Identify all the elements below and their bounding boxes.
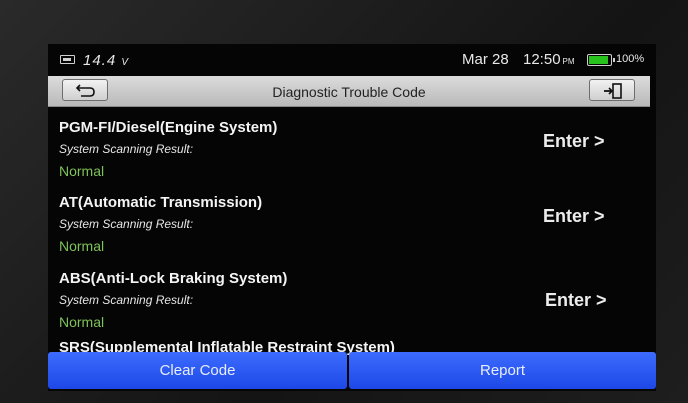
list-item-abs[interactable]: ABS(Anti-Lock Braking System) System Sca… (48, 259, 656, 335)
scan-result-label: System Scanning Result: (59, 293, 194, 307)
scan-result-value: Normal (59, 238, 105, 254)
scan-result-label: System Scanning Result: (59, 217, 194, 231)
battery-fill (589, 56, 608, 64)
bottom-action-bar: Clear Code Report (48, 352, 656, 391)
title-bar: Diagnostic Trouble Code (48, 76, 650, 107)
enter-button[interactable]: Enter > (543, 206, 605, 227)
page-title: Diagnostic Trouble Code (272, 84, 426, 100)
status-bar: 14.4 V Mar 28 12:50 PM 100% (48, 44, 656, 74)
status-date: Mar 28 (462, 51, 509, 68)
enter-button[interactable]: Enter > (543, 131, 605, 152)
list-item-engine[interactable]: PGM-FI/Diesel(Engine System) System Scan… (48, 108, 656, 184)
report-button[interactable]: Report (349, 352, 656, 389)
scan-result-value: Normal (59, 163, 105, 179)
list-item-transmission[interactable]: AT(Automatic Transmission) System Scanni… (48, 183, 656, 259)
status-time: 12:50 PM (523, 51, 575, 68)
voltage-unit: V (121, 57, 130, 68)
voltage-readout: 14.4 V (83, 52, 129, 69)
system-name: ABS(Anti-Lock Braking System) (59, 270, 288, 287)
exit-icon (604, 83, 622, 99)
vehicle-battery-icon (60, 55, 75, 64)
scan-result-value: Normal (59, 314, 105, 330)
system-name: AT(Automatic Transmission) (59, 194, 263, 211)
clear-code-button[interactable]: Clear Code (48, 352, 347, 389)
battery-icon (587, 54, 615, 66)
status-time-value: 12:50 (523, 51, 561, 68)
exit-button[interactable] (589, 79, 635, 101)
voltage-value: 14.4 (83, 52, 117, 69)
scan-result-label: System Scanning Result: (59, 142, 194, 156)
battery-percent: 100% (616, 53, 645, 65)
enter-button[interactable]: Enter > (545, 290, 607, 311)
device-screen: 14.4 V Mar 28 12:50 PM 100% Diagnostic Tr… (48, 44, 656, 391)
system-name: PGM-FI/Diesel(Engine System) (59, 119, 278, 136)
status-ampm: PM (562, 57, 575, 66)
